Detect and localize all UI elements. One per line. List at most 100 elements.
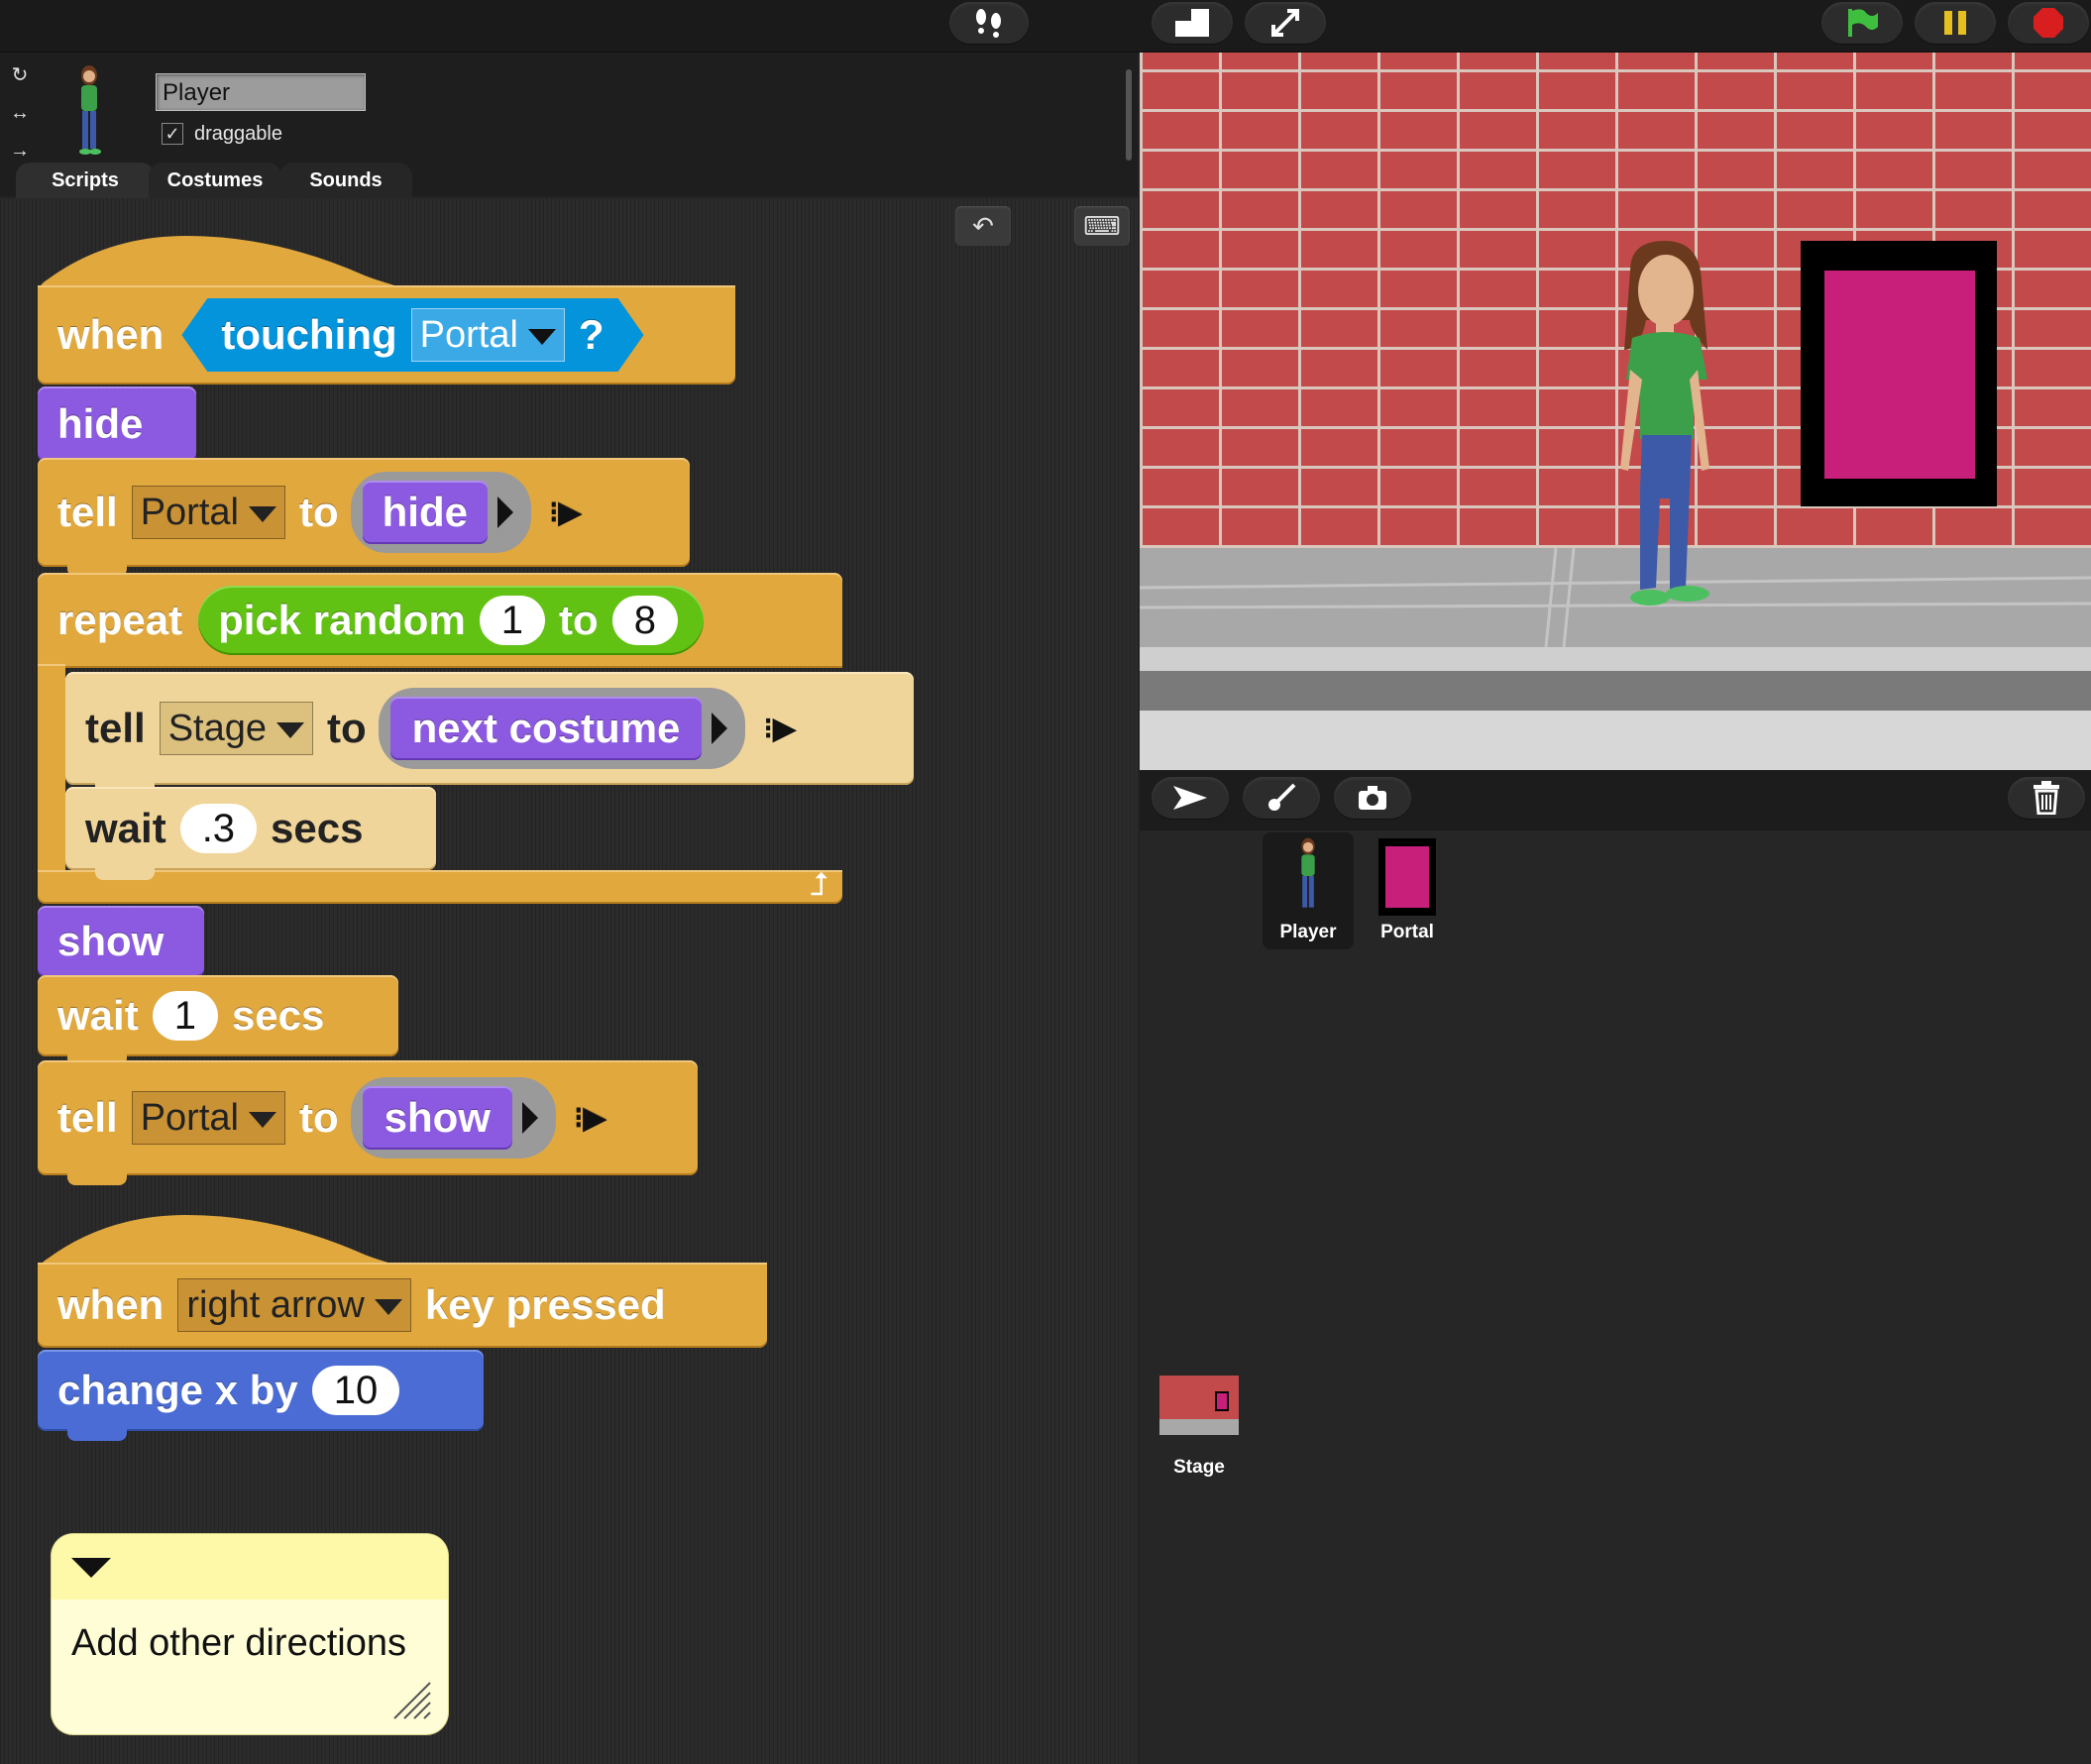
wait-label: wait — [85, 805, 166, 851]
wait-secs-block[interactable]: wait 1 secs — [38, 975, 398, 1066]
show-reporter[interactable]: show — [362, 1086, 512, 1150]
pause-icon[interactable] — [1915, 2, 1996, 44]
random-from-input[interactable]: 1 — [479, 596, 546, 645]
top-bar — [0, 0, 2091, 53]
footprints-icon[interactable] — [949, 2, 1029, 44]
draggable-label: draggable — [194, 123, 282, 145]
when-key-pressed-hat-block[interactable]: when right arrow key pressed — [38, 1263, 767, 1348]
scrollbar[interactable] — [1126, 69, 1132, 161]
stop-icon[interactable] — [2008, 2, 2089, 44]
paintbrush-icon[interactable] — [1243, 777, 1320, 819]
rotate-any-icon[interactable]: ↻ — [6, 61, 34, 89]
arrow-right-icon — [496, 496, 513, 528]
tell-stage-next-costume-block[interactable]: tell Stage to next costume ⁝▶ — [65, 672, 914, 795]
stage-label: Stage — [1173, 1457, 1225, 1478]
tell-target-dropdown[interactable]: Stage — [159, 702, 313, 755]
wait-label: wait — [57, 992, 139, 1039]
touching-predicate[interactable]: touching Portal ? — [181, 298, 643, 372]
hide-block[interactable]: hide — [38, 386, 196, 472]
arrow-right-icon — [521, 1102, 538, 1134]
corral-sprite-portal[interactable]: Portal — [1362, 832, 1453, 949]
trash-icon[interactable] — [2008, 777, 2085, 819]
to-label: to — [298, 1094, 339, 1141]
green-flag-icon[interactable] — [1821, 2, 1903, 44]
comment-title-bar[interactable] — [52, 1534, 448, 1599]
next-costume-reporter[interactable]: next costume — [389, 697, 703, 760]
chevron-down-icon — [248, 505, 276, 522]
fullscreen-icon[interactable] — [1245, 2, 1326, 44]
secs-label: secs — [271, 805, 364, 851]
tell-target-dropdown[interactable]: Portal — [131, 1091, 285, 1145]
touching-target-dropdown[interactable]: Portal — [411, 308, 565, 362]
tell-portal-show-block[interactable]: tell Portal to show ⁝▶ — [38, 1060, 698, 1185]
tell-target-value: Portal — [140, 1097, 239, 1139]
pick-random-reporter[interactable]: pick random 1 to 8 — [198, 586, 704, 655]
ring-slot[interactable]: hide — [350, 472, 531, 553]
tab-scripts[interactable]: Scripts — [16, 163, 155, 198]
touching-label: touching — [221, 311, 397, 358]
ring-slot[interactable]: next costume — [378, 688, 746, 769]
stage-thumbnail — [1159, 1376, 1239, 1435]
portal-sprite[interactable] — [1801, 241, 1997, 506]
to-label: to — [327, 705, 367, 751]
stage[interactable] — [1140, 53, 2091, 770]
when-touching-hat-block[interactable]: when touching Portal ? — [38, 285, 735, 385]
show-block[interactable]: show — [38, 906, 204, 987]
key-dropdown[interactable]: right arrow — [177, 1278, 411, 1332]
chevron-down-icon — [248, 1111, 276, 1128]
camera-icon[interactable] — [1334, 777, 1411, 819]
change-x-input[interactable]: 10 — [311, 1366, 400, 1415]
curb — [1140, 647, 2091, 671]
player-thumbnail — [1301, 837, 1315, 908]
variadic-arrows-icon[interactable]: ⁝▶ — [549, 496, 582, 530]
pick-random-label: pick random — [218, 597, 466, 643]
wait-input[interactable]: 1 — [152, 991, 218, 1041]
normal-stage-icon[interactable] — [1152, 2, 1233, 44]
rotate-leftright-icon[interactable]: ↔ — [6, 99, 34, 127]
wait-secs-block[interactable]: wait .3 secs — [65, 787, 436, 880]
wait-input[interactable]: .3 — [179, 804, 258, 853]
corral-stage[interactable]: Stage — [1157, 1376, 1241, 1485]
chevron-down-icon — [528, 329, 556, 345]
comment-note[interactable]: Add other directions — [52, 1534, 448, 1734]
random-to-input[interactable]: 8 — [611, 596, 678, 645]
sprite-name-field[interactable]: Player — [156, 73, 366, 111]
draggable-checkbox[interactable]: ✓ — [162, 123, 183, 145]
comment-text[interactable]: Add other directions — [71, 1619, 428, 1667]
corral-sprite-player[interactable]: Player — [1263, 832, 1354, 949]
tab-costumes[interactable]: Costumes — [149, 163, 281, 198]
random-to-label: to — [559, 597, 599, 643]
variadic-arrows-icon[interactable]: ⁝▶ — [763, 712, 796, 746]
to-label: to — [298, 489, 339, 535]
turtle-icon[interactable] — [1152, 777, 1229, 819]
road-edge — [1140, 711, 2091, 770]
hide-label: hide — [57, 400, 144, 447]
change-x-by-block[interactable]: change x by 10 — [38, 1350, 484, 1441]
keyboard-icon[interactable]: ⌨ — [1074, 206, 1130, 246]
tell-target-value: Stage — [167, 708, 267, 749]
tell-portal-hide-block[interactable]: tell Portal to hide ⁝▶ — [38, 458, 690, 577]
no-rotate-icon[interactable]: → — [6, 137, 34, 165]
key-pressed-label: key pressed — [424, 1281, 666, 1328]
key-value: right arrow — [186, 1284, 365, 1326]
repeat-label: repeat — [57, 597, 183, 643]
ring-slot[interactable]: show — [350, 1077, 556, 1158]
change-x-label: change x by — [57, 1367, 298, 1413]
collapse-icon[interactable] — [71, 1558, 111, 1578]
loop-arrow-icon: ⮥ — [810, 866, 828, 902]
show-label: show — [57, 918, 165, 964]
tell-target-value: Portal — [140, 492, 239, 533]
repeat-block-bottom: ⮥ — [38, 866, 842, 904]
tell-label: tell — [57, 1094, 118, 1141]
portal-door — [1824, 271, 1975, 479]
portal-thumbnail — [1378, 838, 1436, 916]
hide-reporter[interactable]: hide — [362, 481, 488, 544]
tell-target-dropdown[interactable]: Portal — [131, 486, 285, 539]
player-sprite[interactable] — [1591, 241, 1739, 637]
undo-icon[interactable]: ↶ — [955, 206, 1011, 246]
repeat-header: repeat pick random 1 to 8 — [38, 575, 704, 666]
tab-sounds[interactable]: Sounds — [279, 163, 412, 198]
question-mark: ? — [578, 311, 605, 358]
resize-handle-icon[interactable] — [390, 1679, 434, 1722]
variadic-arrows-icon[interactable]: ⁝▶ — [574, 1101, 606, 1136]
